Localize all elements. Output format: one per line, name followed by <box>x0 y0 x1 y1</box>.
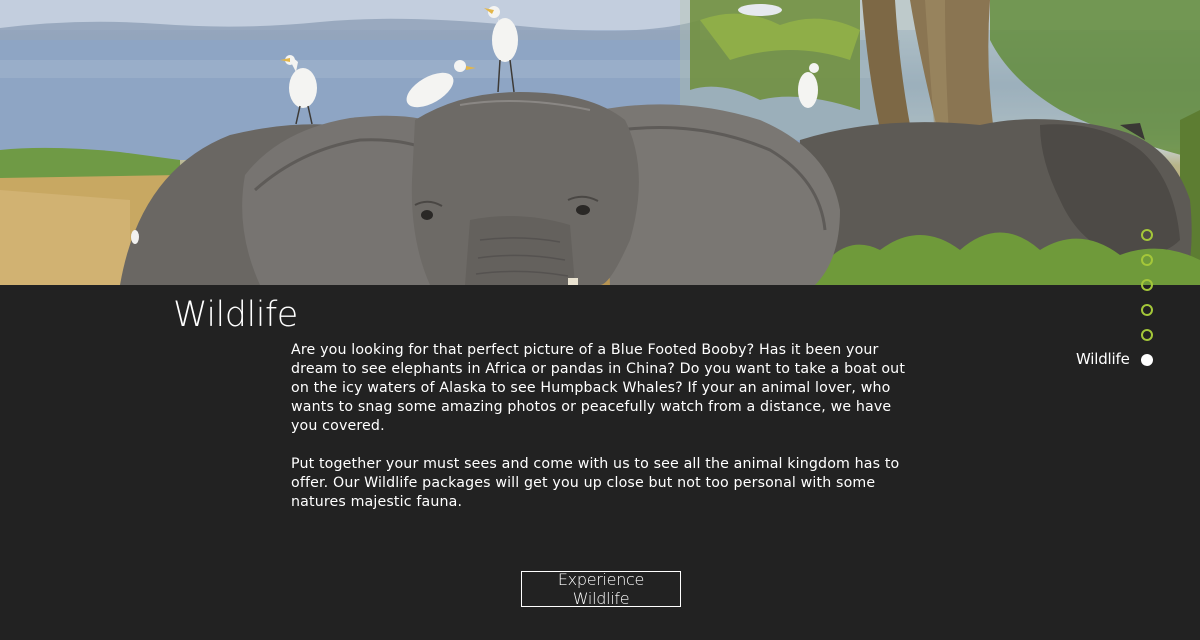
section-title: Wildlife <box>173 295 298 335</box>
nav-dot[interactable] <box>1141 304 1153 316</box>
nav-dot[interactable] <box>1141 229 1153 241</box>
page: Wildlife Are you looking for that perfec… <box>0 0 1200 640</box>
description-paragraph: Put together your must sees and come wit… <box>291 456 900 510</box>
elephant-photo <box>0 0 1200 285</box>
nav-dot[interactable] <box>1141 279 1153 291</box>
section-description: Are you looking for that perfect picture… <box>291 341 916 531</box>
description-paragraph: Are you looking for that perfect picture… <box>291 342 906 434</box>
hero-image <box>0 0 1200 285</box>
nav-active-label[interactable]: Wildlife <box>1076 349 1130 369</box>
nav-dot[interactable] <box>1141 254 1153 266</box>
nav-dot[interactable] <box>1141 329 1153 341</box>
nav-dot-active[interactable] <box>1141 354 1153 366</box>
experience-wildlife-button[interactable]: Experience Wildlife <box>521 570 681 608</box>
